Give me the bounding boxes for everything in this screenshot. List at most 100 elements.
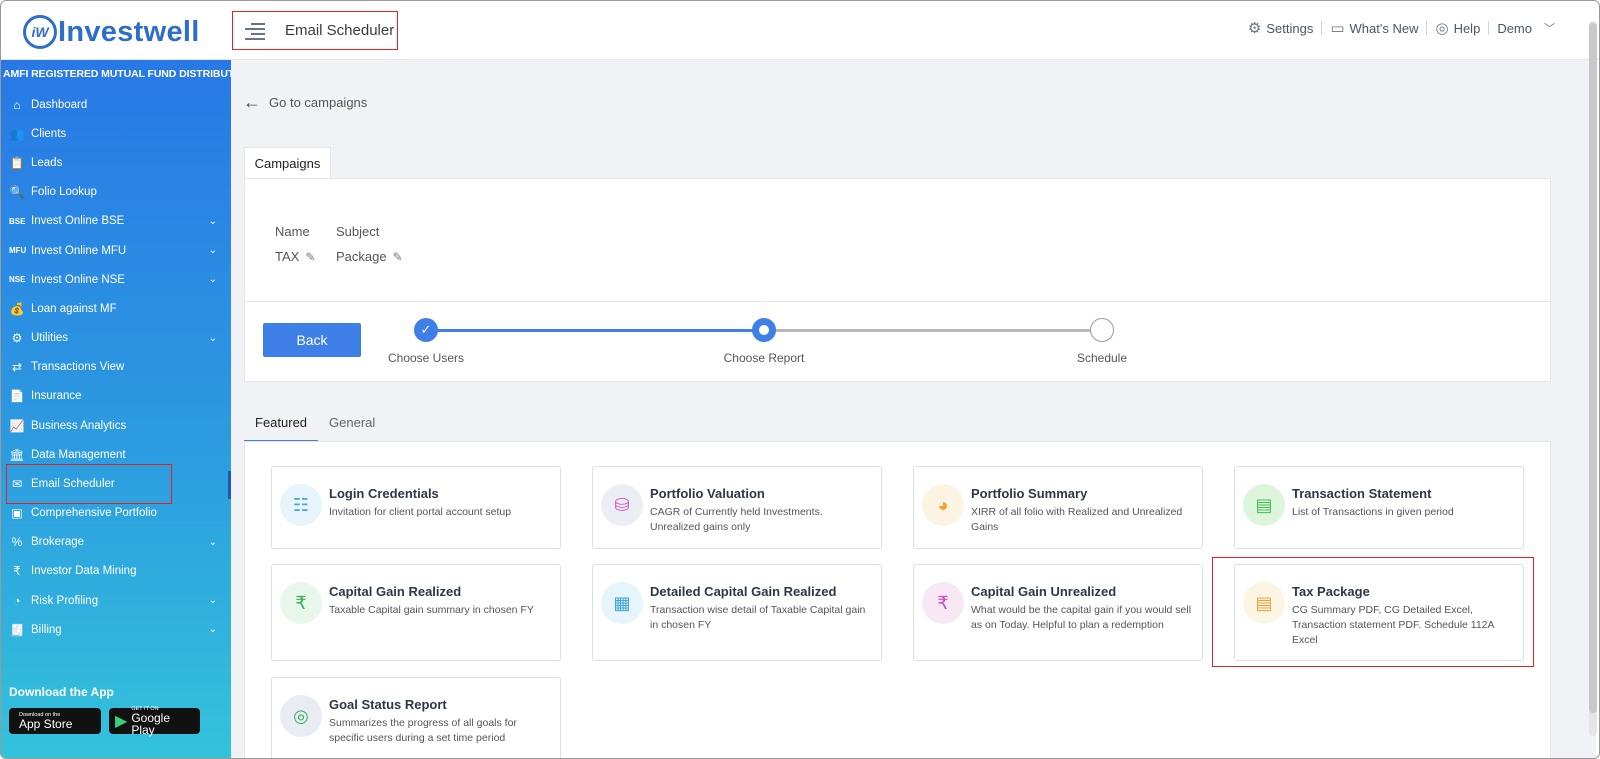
sidebar-item-brokerage[interactable]: % Brokerage ⌄ <box>1 528 231 557</box>
subject-field: Subject Package ✎ <box>336 224 403 264</box>
sidebar-item-invest-online-nse[interactable]: NSE Invest Online NSE ⌄ <box>1 265 231 294</box>
settings-link[interactable]: ⚙ Settings <box>1240 19 1321 37</box>
sidebar-item-dashboard[interactable]: ⌂ Dashboard <box>1 90 231 119</box>
sidebar-item-label: Invest Online BSE <box>31 215 125 228</box>
risk-icon: ◔ <box>13 593 21 608</box>
report-card-transaction-statement[interactable]: ▤ Transaction Statement List of Transactio… <box>1234 466 1524 549</box>
edit-name-icon[interactable]: ✎ <box>305 250 315 264</box>
sidebar-nav: ⌂ Dashboard 👥 Clients 📋 Leads 🔍 Folio Lookup BSE… <box>1 90 231 644</box>
app-store-text: App Store <box>19 717 73 731</box>
sidebar-item-transactions-view[interactable]: ⇄ Transactions View <box>1 353 231 382</box>
sidebar-item-utilities[interactable]: ⚙ Utilities ⌄ <box>1 324 231 353</box>
go-to-campaigns-link[interactable]: ← Go to campaigns <box>243 92 367 113</box>
transaction-statement-icon: ▤ <box>1243 484 1285 526</box>
lifebuoy-icon: ◎ <box>1435 20 1449 37</box>
email-icon: ✉ <box>11 477 23 492</box>
sidebar-item-clients[interactable]: 👥 Clients <box>1 119 231 148</box>
logo-text: Investwell <box>58 15 200 48</box>
loan-icon: 💰 <box>9 301 25 316</box>
sidebar-item-label: Business Analytics <box>31 419 127 432</box>
whats-new-link[interactable]: ▭ What's New <box>1322 19 1426 37</box>
chevron-down-icon: ⌄ <box>208 595 217 607</box>
google-play-button[interactable]: ▶ GET IT ON Google Play <box>109 706 200 737</box>
report-description: Summarizes the progress of all goals for… <box>329 717 517 744</box>
report-card-capital-gain-realized[interactable]: ₹ Capital Gain Realized Taxable Capital ga… <box>271 564 561 661</box>
help-link[interactable]: ◎ Help <box>1427 19 1488 37</box>
campaign-card: Name TAX ✎ Subject Package ✎ Back ✓ Choo… <box>244 178 1551 382</box>
report-card-login-credentials[interactable]: ☷ Login Credentials Invitation for client … <box>271 466 561 549</box>
tab-general[interactable]: General <box>318 410 386 442</box>
report-title: Portfolio Valuation <box>650 486 765 501</box>
chevron-down-icon: ⌄ <box>208 215 217 227</box>
menu-toggle-icon[interactable] <box>245 22 265 40</box>
bse-icon: BSE <box>9 216 26 226</box>
user-menu[interactable]: Demo ﹀ <box>1489 20 1563 36</box>
google-play-text: Google Play <box>131 711 171 737</box>
report-card-goal-status-report[interactable]: ◎ Goal Status Report Summarizes the progre… <box>271 677 561 758</box>
sidebar-item-label: Invest Online MFU <box>31 244 127 257</box>
report-title: Capital Gain Unrealized <box>971 584 1117 599</box>
sidebar-item-folio-lookup[interactable]: 🔍 Folio Lookup <box>1 178 231 207</box>
app-store-button[interactable]: Download on the App Store <box>9 708 101 734</box>
chevron-down-icon: ⌄ <box>208 245 217 257</box>
sidebar-item-label: Comprehensive Portfolio <box>31 507 157 520</box>
brokerage-icon: % <box>11 535 23 550</box>
chevron-down-icon: ⌄ <box>208 536 217 548</box>
play-icon: ▶ <box>115 713 128 730</box>
whats-new-label: What's New <box>1349 20 1419 36</box>
sidebar-item-invest-online-mfu[interactable]: MFU Invest Online MFU ⌄ <box>1 236 231 265</box>
tab-featured[interactable]: Featured <box>244 410 319 442</box>
app-window: iW Investwell Email Scheduler ⚙ Settings… <box>0 0 1600 759</box>
sidebar-item-investor-data-mining[interactable]: ₹ Investor Data Mining <box>1 557 231 586</box>
utilities-icon: ⚙ <box>11 331 23 346</box>
sidebar-item-business-analytics[interactable]: 📈 Business Analytics <box>1 411 231 440</box>
portfolio-summary-icon: ◕ <box>922 484 964 526</box>
sidebar-item-comprehensive-portfolio[interactable]: ▣ Comprehensive Portfolio <box>1 498 231 527</box>
report-description: Transaction wise detail of Taxable Capit… <box>650 604 866 631</box>
step-label-choose-users: Choose Users <box>387 351 465 365</box>
report-card-portfolio-valuation[interactable]: ⛁ Portfolio Valuation CAGR of Currently he… <box>592 466 882 549</box>
header-actions: ⚙ Settings ▭ What's New ◎ Help Demo ﹀ <box>1240 19 1563 37</box>
sidebar-item-label: Email Scheduler <box>31 478 115 491</box>
sidebar-item-label: Investor Data Mining <box>31 565 137 578</box>
chat-icon: ▭ <box>1330 20 1345 37</box>
sidebar: AMFI REGISTERED MUTUAL FUND DISTRIBUTOR … <box>1 60 250 758</box>
back-button[interactable]: Back <box>263 323 361 357</box>
sidebar-item-invest-online-bse[interactable]: BSE Invest Online BSE ⌄ <box>1 207 231 236</box>
report-title: Goal Status Report <box>329 697 447 712</box>
step-done-icon: ✓ <box>414 318 438 342</box>
logo-mark: iW <box>23 15 57 49</box>
sidebar-item-insurance[interactable]: 📄 Insurance <box>1 382 231 411</box>
tab-campaigns[interactable]: Campaigns <box>244 147 331 179</box>
download-app-label: Download the App <box>9 685 114 699</box>
sidebar-item-label: Billing <box>31 623 62 636</box>
nse-icon: NSE <box>9 275 26 285</box>
top-header: iW Investwell Email Scheduler ⚙ Settings… <box>1 1 1599 60</box>
edit-subject-icon[interactable]: ✎ <box>393 250 403 264</box>
sidebar-item-label: Loan against MF <box>31 302 117 315</box>
portfolio-valuation-icon: ⛁ <box>601 484 643 526</box>
report-description: What would be the capital gain if you wo… <box>971 604 1192 631</box>
sidebar-item-risk-profiling[interactable]: ◔ Risk Profiling ⌄ <box>1 586 231 615</box>
report-title: Detailed Capital Gain Realized <box>650 584 837 599</box>
report-card-detailed-capital-gain-realized[interactable]: ▦ Detailed Capital Gain Realized Transacti… <box>592 564 882 661</box>
sidebar-item-leads[interactable]: 📋 Leads <box>1 148 231 177</box>
report-card-portfolio-summary[interactable]: ◕ Portfolio Summary XIRR of all folio with… <box>913 466 1203 549</box>
sidebar-tagline: AMFI REGISTERED MUTUAL FUND DISTRIBUTOR <box>3 68 250 80</box>
arrow-left-icon: ← <box>243 92 261 112</box>
login-credentials-icon: ☷ <box>280 484 322 526</box>
investwell-logo[interactable]: iW Investwell <box>23 13 200 51</box>
report-card-capital-gain-unrealized[interactable]: ₹ Capital Gain Unrealized What would be th… <box>913 564 1203 661</box>
users-icon: 👥 <box>9 126 25 141</box>
transactions-icon: ⇄ <box>11 360 23 375</box>
sidebar-item-loan-against-mf[interactable]: 💰 Loan against MF <box>1 294 231 323</box>
sidebar-item-billing[interactable]: 🧾 Billing ⌄ <box>1 615 231 644</box>
scrollbar-thumb[interactable] <box>1589 23 1597 713</box>
page-title-box: Email Scheduler <box>232 11 398 50</box>
billing-icon: 🧾 <box>9 622 25 637</box>
sidebar-item-label: Invest Online NSE <box>31 273 125 286</box>
settings-label: Settings <box>1266 20 1314 36</box>
sidebar-item-label: Leads <box>31 156 63 169</box>
report-title: Portfolio Summary <box>971 486 1088 501</box>
stepper-line-pending <box>774 329 1112 332</box>
